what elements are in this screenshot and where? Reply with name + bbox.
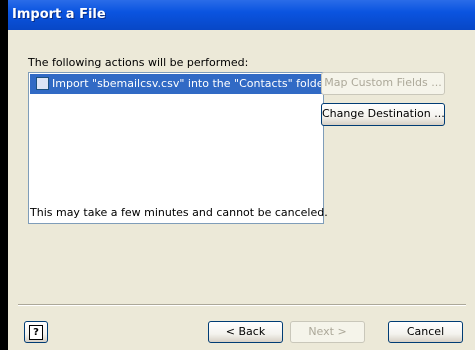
footer-separator bbox=[18, 304, 466, 306]
action-item-import[interactable]: Import "sbemailcsv.csv" into the "Contac… bbox=[30, 74, 328, 94]
action-checkbox[interactable] bbox=[36, 77, 49, 90]
change-destination-button[interactable]: Change Destination ... bbox=[321, 103, 445, 126]
left-window-edge bbox=[0, 0, 8, 350]
dialog-body: The following actions will be performed:… bbox=[8, 30, 475, 350]
cancel-button[interactable]: Cancel bbox=[388, 321, 463, 343]
back-button[interactable]: < Back bbox=[208, 321, 283, 343]
title-bar[interactable]: Import a File bbox=[8, 0, 475, 30]
map-custom-fields-button[interactable]: Map Custom Fields ... bbox=[321, 72, 445, 95]
action-item-label: Import "sbemailcsv.csv" into the "Contac… bbox=[52, 77, 329, 90]
window-title: Import a File bbox=[12, 7, 106, 22]
help-button[interactable]: ? bbox=[24, 321, 48, 343]
help-icon: ? bbox=[29, 325, 43, 340]
next-button[interactable]: Next > bbox=[290, 321, 365, 343]
actions-heading: The following actions will be performed: bbox=[28, 56, 249, 69]
actions-listbox[interactable]: Import "sbemailcsv.csv" into the "Contac… bbox=[28, 72, 328, 224]
duration-note: This may take a few minutes and cannot b… bbox=[30, 206, 328, 219]
